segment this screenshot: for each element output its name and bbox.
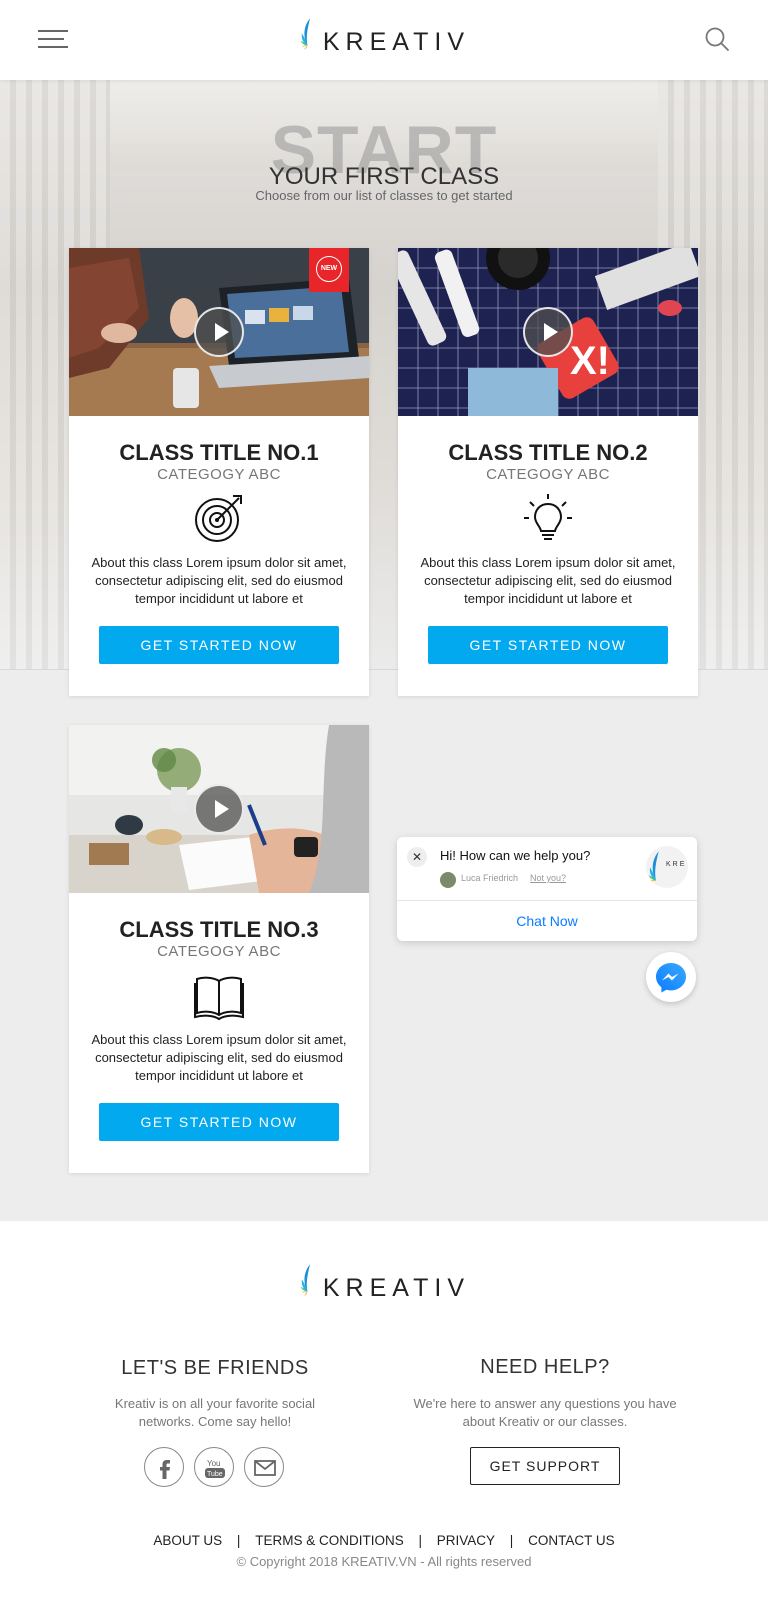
footer-links: ABOUT US | TERMS & CONDITIONS | PRIVACY …: [0, 1533, 768, 1548]
get-started-button[interactable]: GET STARTED NOW: [99, 1103, 339, 1141]
copyright-text: © Copyright 2018 KREATIV.VN - All rights…: [236, 1554, 532, 1569]
play-video-button[interactable]: [194, 307, 244, 357]
class-card-1: NEW CLASS TITLE NO.1 CATEGOGY ABC About …: [69, 248, 369, 696]
class-description: About this class Lorem ipsum dolor sit a…: [91, 555, 347, 606]
svg-text:You: You: [207, 1459, 221, 1468]
target-icon: [195, 495, 242, 542]
class-card-3: CLASS TITLE NO.3 CATEGOGY ABC About this…: [69, 725, 369, 1173]
class-card-2: X! CLASS TITLE NO.2 CATEGOGY ABC About t…: [398, 248, 698, 696]
about-us-link[interactable]: ABOUT US: [153, 1533, 222, 1548]
brand-name: KREATIV: [322, 27, 470, 56]
link-separator: |: [418, 1533, 422, 1548]
top-header: KREATIV: [0, 0, 768, 80]
class-description: About this class Lorem ipsum dolor sit a…: [420, 555, 676, 606]
link-separator: |: [236, 1533, 241, 1548]
brand-name: KREATIV: [322, 1273, 470, 1302]
contact-us-link[interactable]: CONTACT US: [528, 1533, 615, 1548]
get-started-button[interactable]: GET STARTED NOW: [428, 626, 668, 664]
play-video-button[interactable]: [194, 784, 244, 834]
feather-logo-icon: [300, 1264, 311, 1296]
class-description: About this class Lorem ipsum dolor sit a…: [91, 1032, 347, 1083]
chat-now-button[interactable]: Chat Now: [397, 901, 697, 941]
class-thumbnail[interactable]: NEW: [69, 248, 369, 416]
link-separator: |: [509, 1533, 514, 1548]
feather-logo-icon: [300, 18, 311, 50]
footer-logo[interactable]: KREATIV: [300, 1250, 470, 1310]
class-thumbnail[interactable]: [69, 725, 369, 893]
new-badge: NEW: [309, 248, 349, 292]
class-title: CLASS TITLE NO.1: [119, 440, 319, 465]
chat-brand-avatar: KRE: [646, 846, 688, 888]
lightbulb-icon: [524, 494, 572, 540]
get-started-button[interactable]: GET STARTED NOW: [99, 626, 339, 664]
play-video-button[interactable]: [523, 307, 573, 357]
open-book-icon: [194, 976, 244, 1021]
agent-name: Luca Friedrich: [461, 873, 519, 883]
facebook-icon[interactable]: [144, 1447, 184, 1487]
class-title: CLASS TITLE NO.2: [448, 440, 648, 465]
help-text: We're here to answer any questions you h…: [413, 1396, 677, 1429]
privacy-link[interactable]: PRIVACY: [437, 1533, 495, 1548]
not-you-link[interactable]: Not you?: [530, 873, 566, 883]
chat-popup: ✕ Hi! How can we help you? Luca Friedric…: [397, 837, 697, 941]
agent-avatar: [440, 872, 456, 888]
class-category: CATEGOGY ABC: [486, 466, 610, 483]
mail-icon[interactable]: [244, 1447, 284, 1487]
friends-text: Kreativ is on all your favorite social n…: [114, 1396, 316, 1429]
svg-text:X!: X!: [570, 339, 610, 383]
svg-text:Tube: Tube: [207, 1471, 223, 1478]
close-icon[interactable]: ✕: [407, 847, 427, 867]
class-category: CATEGOGY ABC: [157, 466, 281, 483]
help-heading: NEED HELP?: [480, 1356, 610, 1378]
class-thumbnail[interactable]: X!: [398, 248, 698, 416]
hero-subtitle: Choose from our list of classes to get s…: [255, 188, 513, 203]
get-support-button[interactable]: GET SUPPORT: [470, 1447, 620, 1485]
class-title: CLASS TITLE NO.3: [119, 917, 319, 942]
messenger-icon[interactable]: [646, 952, 696, 1002]
class-category: CATEGOGY ABC: [157, 943, 281, 960]
youtube-icon[interactable]: You Tube: [194, 1447, 234, 1487]
search-icon[interactable]: [704, 26, 730, 52]
hamburger-menu-icon[interactable]: [38, 30, 68, 52]
friends-heading: LET'S BE FRIENDS: [121, 1357, 309, 1379]
brand-logo[interactable]: KREATIV: [300, 4, 470, 64]
chat-greeting: Hi! How can we help you?: [440, 848, 591, 863]
terms-link[interactable]: TERMS & CONDITIONS: [255, 1533, 404, 1548]
